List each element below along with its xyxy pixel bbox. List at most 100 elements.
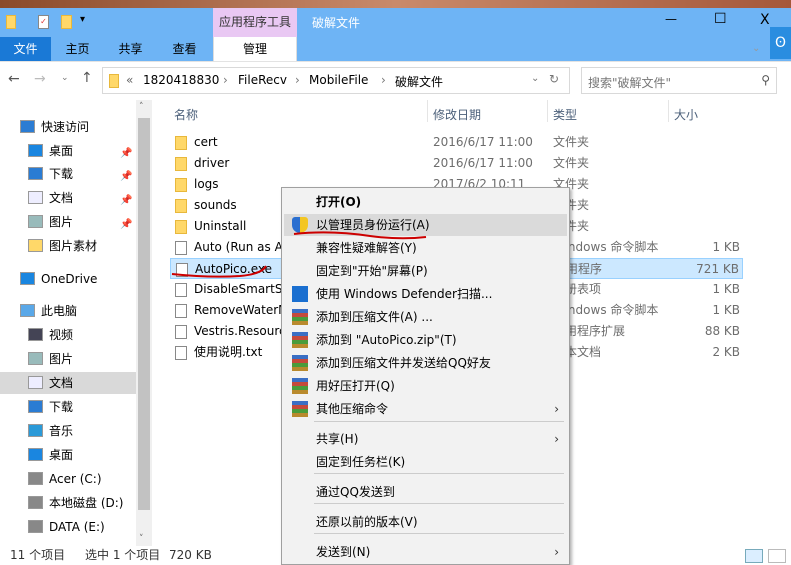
folder-icon[interactable]: [6, 15, 16, 29]
file-row[interactable]: cert 2016/6/17 11:00 文件夹: [170, 132, 743, 153]
breadcrumb-item[interactable]: 1820418830: [143, 73, 219, 87]
scroll-down-icon[interactable]: ˅: [139, 534, 144, 544]
nav-item-label: DATA (E:): [49, 520, 105, 534]
tab-file[interactable]: 文件: [0, 37, 51, 61]
context-menu-label: 添加到压缩文件(A) ...: [316, 310, 433, 324]
file-name: Uninstall: [194, 219, 247, 233]
context-menu-item[interactable]: 还原以前的版本(V): [284, 511, 567, 533]
context-menu-item[interactable]: 打开(O): [284, 191, 567, 213]
shield-uac-icon: [292, 217, 308, 233]
nav-item[interactable]: 桌面 📌: [0, 140, 136, 162]
pin-icon[interactable]: 📌: [120, 166, 132, 188]
maximize-button[interactable]: ☐: [714, 11, 727, 27]
close-button[interactable]: X: [760, 12, 770, 28]
nav-item[interactable]: 快速访问: [0, 116, 136, 138]
nav-item[interactable]: 文档: [0, 372, 136, 394]
nav-item[interactable]: 本地磁盘 (D:): [0, 492, 136, 514]
context-menu-item[interactable]: 共享(H) ›: [284, 428, 567, 450]
details-view-button[interactable]: [745, 549, 763, 563]
nav-item[interactable]: 桌面: [0, 444, 136, 466]
chevron-right-icon[interactable]: ›: [381, 73, 386, 87]
nav-item-label: 下载: [49, 400, 74, 414]
folder-icon: [175, 220, 187, 234]
pin-icon[interactable]: 📌: [120, 190, 132, 212]
download-icon: [28, 167, 43, 180]
context-menu-item[interactable]: 通过QQ发送到: [284, 481, 567, 503]
context-menu-label: 共享(H): [316, 432, 359, 446]
nav-item[interactable]: 此电脑: [0, 300, 136, 322]
column-header-type[interactable]: 类型: [553, 106, 577, 123]
breadcrumb-overflow[interactable]: «: [126, 73, 133, 87]
minimize-button[interactable]: —: [665, 12, 677, 26]
context-menu-item[interactable]: 兼容性疑难解答(Y): [284, 237, 567, 259]
chevron-right-icon[interactable]: ›: [223, 73, 228, 87]
file-size: 721 KB: [696, 262, 739, 276]
context-menu-item[interactable]: 固定到"开始"屏幕(P): [284, 260, 567, 282]
pin-icon[interactable]: 📌: [120, 214, 132, 236]
floating-app-icon[interactable]: ʘ: [770, 27, 791, 59]
context-menu-item[interactable]: 用好压打开(Q): [284, 375, 567, 397]
nav-item[interactable]: 文档 📌: [0, 187, 136, 209]
column-header-name[interactable]: 名称: [174, 106, 198, 123]
column-header-date[interactable]: 修改日期: [433, 106, 481, 123]
context-menu-item[interactable]: 固定到任务栏(K): [284, 451, 567, 473]
file-name: RemoveWaterM: [194, 303, 289, 317]
customize-toolbar-icon[interactable]: ▾: [80, 14, 85, 25]
nav-item[interactable]: Acer (C:): [0, 468, 136, 490]
search-input[interactable]: 搜索"破解文件" ⚲: [581, 67, 777, 94]
address-dropdown-icon[interactable]: ⌄: [531, 73, 539, 84]
context-menu-item[interactable]: 使用 Windows Defender扫描...: [284, 283, 567, 305]
tab-home[interactable]: 主页: [55, 37, 100, 61]
file-row[interactable]: driver 2016/6/17 11:00 文件夹: [170, 153, 743, 174]
tab-view[interactable]: 查看: [162, 37, 207, 61]
nav-item[interactable]: DATA (E:): [0, 516, 136, 538]
nav-item[interactable]: 图片素材: [0, 235, 136, 257]
properties-icon[interactable]: ✓: [38, 15, 49, 29]
expand-ribbon-icon[interactable]: ⌄: [752, 43, 760, 54]
context-menu-item[interactable]: 添加到压缩文件并发送给QQ好友: [284, 352, 567, 374]
context-menu-item[interactable]: 以管理员身份运行(A): [284, 214, 567, 236]
scroll-up-icon[interactable]: ˄: [139, 102, 144, 112]
nav-item[interactable]: 图片 📌: [0, 211, 136, 233]
context-menu-label: 还原以前的版本(V): [316, 515, 418, 529]
context-menu-item[interactable]: 添加到 "AutoPico.zip"(T): [284, 329, 567, 351]
breadcrumb-item[interactable]: FileRecv: [238, 73, 287, 87]
column-header-size[interactable]: 大小: [674, 106, 698, 123]
breadcrumb-item[interactable]: MobileFile: [309, 73, 368, 87]
forward-button[interactable]: →: [34, 71, 46, 87]
ribbon-tabs: 文件 主页 共享 查看 管理 ⌄ ʘ: [0, 27, 791, 61]
nav-item[interactable]: 音乐: [0, 420, 136, 442]
cloud-icon: [20, 272, 35, 285]
tab-share[interactable]: 共享: [108, 37, 153, 61]
up-button[interactable]: ↑: [81, 70, 93, 86]
nav-item[interactable]: OneDrive: [0, 268, 136, 290]
nav-item[interactable]: 视频: [0, 324, 136, 346]
context-menu-item[interactable]: 其他压缩命令 ›: [284, 398, 567, 420]
recent-locations-icon[interactable]: ⌄: [61, 73, 69, 83]
large-icons-view-button[interactable]: [768, 549, 786, 563]
new-folder-icon[interactable]: [61, 15, 72, 29]
folder-icon: [175, 178, 187, 192]
address-box[interactable]: « 1820418830 › FileRecv › MobileFile › 破…: [102, 67, 570, 94]
refresh-icon[interactable]: ↻: [549, 72, 559, 86]
selected-size: 720 KB: [169, 548, 212, 562]
column-divider[interactable]: [547, 100, 548, 122]
column-divider[interactable]: [427, 100, 428, 122]
nav-item[interactable]: 图片: [0, 348, 136, 370]
context-menu-item[interactable]: 添加到压缩文件(A) ...: [284, 306, 567, 328]
nav-item[interactable]: 下载: [0, 396, 136, 418]
folder-icon: [109, 74, 119, 88]
file-type: 文件夹: [553, 156, 590, 170]
column-divider[interactable]: [668, 100, 669, 122]
pin-icon[interactable]: 📌: [120, 143, 132, 165]
nav-item-label: 本地磁盘 (D:): [49, 496, 124, 510]
scrollbar-thumb[interactable]: [138, 118, 150, 510]
chevron-right-icon[interactable]: ›: [295, 73, 300, 87]
breadcrumb-item[interactable]: 破解文件: [395, 73, 443, 90]
picture-icon: [28, 352, 43, 365]
back-button[interactable]: ←: [8, 71, 20, 87]
nav-item-label: 图片素材: [49, 239, 98, 253]
file-size: 1 KB: [712, 303, 740, 317]
tab-manage[interactable]: 管理: [213, 37, 297, 61]
nav-item[interactable]: 下载 📌: [0, 163, 136, 185]
